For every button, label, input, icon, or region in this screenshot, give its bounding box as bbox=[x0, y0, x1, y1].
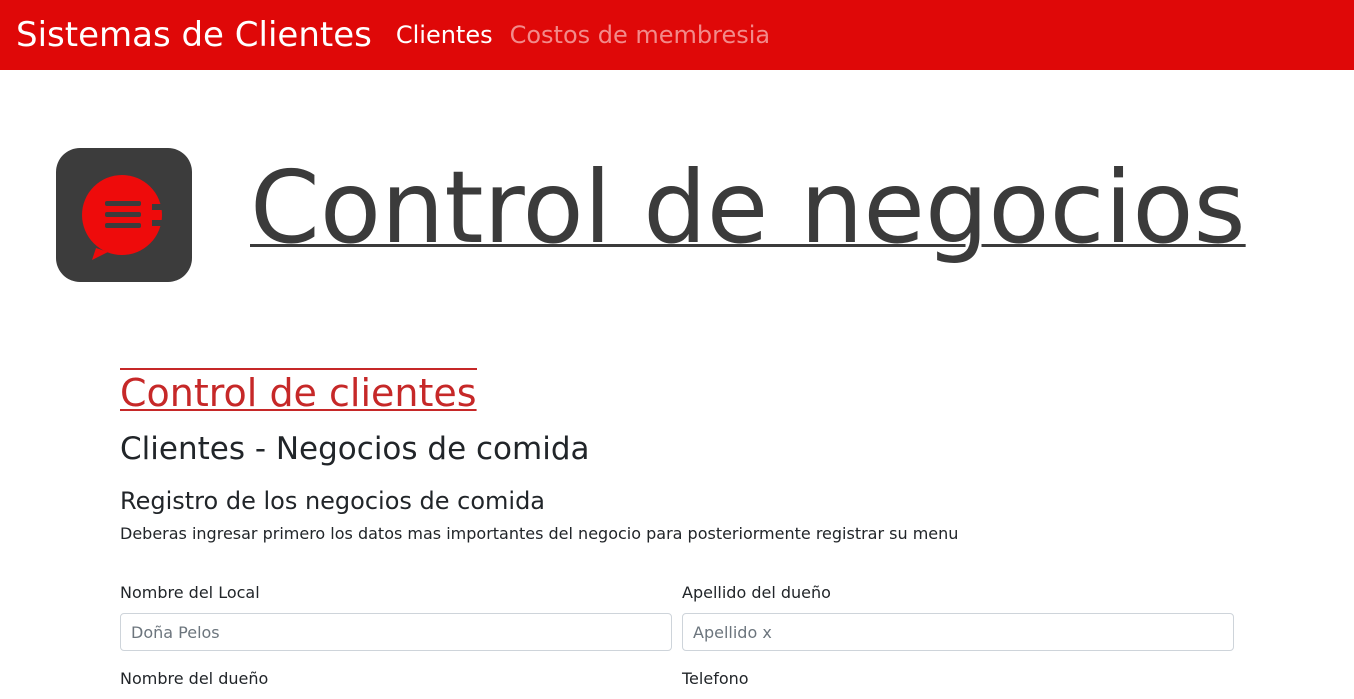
navbar-brand[interactable]: Sistemas de Clientes bbox=[16, 18, 372, 52]
nav-link-costos-membresia[interactable]: Costos de membresia bbox=[510, 23, 771, 47]
field-nombre-dueno: Nombre del dueño bbox=[120, 671, 672, 699]
field-apellido-dueno: Apellido del dueño bbox=[682, 585, 1234, 651]
apellido-dueno-label: Apellido del dueño bbox=[682, 583, 831, 602]
control-clientes-link[interactable]: Control de clientes bbox=[120, 368, 477, 412]
hero-banner: Control de negocios bbox=[0, 70, 1354, 360]
field-nombre-local: Nombre del Local bbox=[120, 585, 672, 651]
nombre-dueno-label: Nombre del dueño bbox=[120, 669, 269, 688]
form-heading: Registro de los negocios de comida bbox=[120, 487, 546, 515]
main-content: Control de clientes Clientes - Negocios … bbox=[120, 368, 1234, 542]
apellido-dueno-input[interactable] bbox=[682, 613, 1234, 651]
nombre-local-label: Nombre del Local bbox=[120, 583, 260, 602]
hero-title[interactable]: Control de negocios bbox=[250, 158, 1246, 258]
top-navbar: Sistemas de Clientes Clientes Costos de … bbox=[0, 0, 1354, 70]
form-description: Deberas ingresar primero los datos mas i… bbox=[120, 524, 959, 543]
nav-link-clientes[interactable]: Clientes bbox=[396, 23, 493, 47]
telefono-label: Telefono bbox=[682, 669, 749, 688]
chat-fork-logo-icon bbox=[56, 148, 192, 282]
page-heading: Clientes - Negocios de comida bbox=[120, 431, 590, 467]
nombre-local-input[interactable] bbox=[120, 613, 672, 651]
field-telefono: Telefono bbox=[682, 671, 1234, 699]
